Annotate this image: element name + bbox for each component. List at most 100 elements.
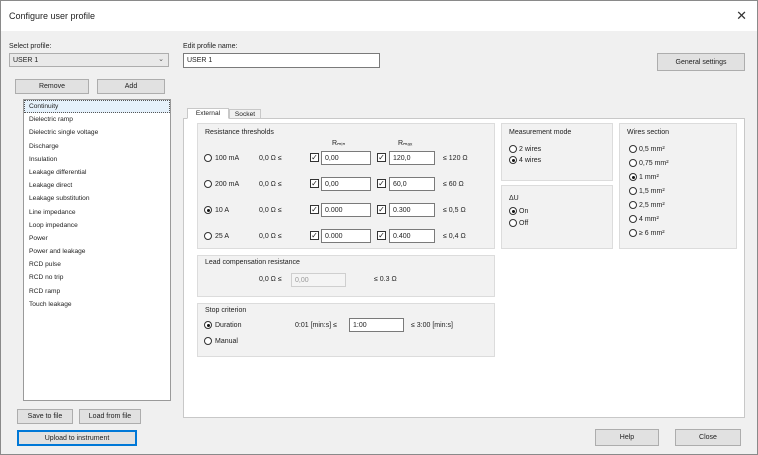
rmax-input[interactable]: 0.300 xyxy=(389,203,435,217)
close-icon[interactable]: ✕ xyxy=(736,8,747,24)
duration-label: Duration xyxy=(215,322,242,329)
current-label: 10 A xyxy=(215,207,230,214)
wire-section-radio[interactable] xyxy=(629,229,637,237)
list-item[interactable]: Insulation xyxy=(24,153,170,166)
wire-section-radio[interactable] xyxy=(629,159,637,167)
rmin-checkbox[interactable]: ✓ xyxy=(310,153,319,162)
list-item[interactable]: Leakage direct xyxy=(24,179,170,192)
load-from-file-button[interactable]: Load from file xyxy=(79,409,141,424)
wire-section-group xyxy=(619,123,737,249)
rmin-checkbox[interactable]: ✓ xyxy=(310,231,319,240)
manual-label: Manual xyxy=(215,338,238,345)
tab-socket[interactable]: Socket xyxy=(229,109,261,119)
rmin-input[interactable]: 0,00 xyxy=(321,151,371,165)
measurement-mode-option-label: 2 wires xyxy=(519,146,542,153)
rmax-checkbox[interactable]: ✓ xyxy=(377,231,386,240)
duration-range-lower: 0:01 [min:s] ≤ xyxy=(295,322,337,329)
wire-section-radio[interactable] xyxy=(629,187,637,195)
rmax-checkbox[interactable]: ✓ xyxy=(377,179,386,188)
wire-section-option-label: 1,5 mm² xyxy=(639,188,665,195)
profile-select[interactable]: USER 1 ⌄ xyxy=(9,53,169,67)
measurement-mode-title: Measurement mode xyxy=(509,129,572,136)
rmax-input[interactable]: 120,0 xyxy=(389,151,435,165)
remove-button[interactable]: Remove xyxy=(15,79,89,94)
rmin-checkbox[interactable]: ✓ xyxy=(310,205,319,214)
add-button[interactable]: Add xyxy=(97,79,165,94)
wire-section-radio[interactable] xyxy=(629,145,637,153)
wire-section-option-label: 2,5 mm² xyxy=(639,202,665,209)
current-label: 25 A xyxy=(215,233,230,240)
general-settings-button[interactable]: General settings xyxy=(657,53,745,71)
help-button[interactable]: Help xyxy=(595,429,659,446)
upload-to-instrument-button[interactable]: Upload to instrument xyxy=(17,430,137,446)
list-item[interactable]: Loop impedance xyxy=(24,219,170,232)
list-item[interactable]: Discharge xyxy=(24,140,170,153)
list-item[interactable]: Power xyxy=(24,232,170,245)
wire-section-radio[interactable] xyxy=(629,215,637,223)
lower-bound-label: 0,0 Ω ≤ xyxy=(259,233,282,240)
lower-bound-label: 0,0 Ω ≤ xyxy=(259,155,282,162)
list-item[interactable]: RCD no trip xyxy=(24,271,170,284)
list-item[interactable]: Continuity xyxy=(24,100,170,114)
measurement-mode-radio[interactable] xyxy=(509,145,517,153)
delta-u-option-label: Off xyxy=(519,220,529,227)
list-item[interactable]: Line impedance xyxy=(24,206,170,219)
current-radio[interactable] xyxy=(204,232,212,240)
manual-radio[interactable] xyxy=(204,337,212,345)
wire-section-option-label: 1 mm² xyxy=(639,174,659,181)
delta-u-title: ΔU xyxy=(509,195,519,202)
list-item[interactable]: Dielectric ramp xyxy=(24,113,170,126)
save-to-file-button[interactable]: Save to file xyxy=(17,409,73,424)
lead-compensation-upper: ≤ 0.3 Ω xyxy=(374,276,397,283)
wire-section-option-label: 4 mm² xyxy=(639,216,659,223)
configure-user-profile-dialog: Configure user profile ✕ Select profile:… xyxy=(0,0,758,455)
lead-compensation-input[interactable]: 0,00 xyxy=(291,273,346,287)
rmax-input[interactable]: 0.400 xyxy=(389,229,435,243)
current-radio[interactable] xyxy=(204,154,212,162)
stop-criterion-title: Stop criterion xyxy=(205,307,247,314)
window-title: Configure user profile xyxy=(9,11,96,21)
rmin-checkbox[interactable]: ✓ xyxy=(310,179,319,188)
lead-compensation-lower: 0,0 Ω ≤ xyxy=(259,276,282,283)
rmin-input[interactable]: 0.000 xyxy=(321,203,371,217)
upper-bound-label: ≤ 60 Ω xyxy=(443,181,464,188)
delta-u-radio[interactable] xyxy=(509,219,517,227)
duration-input[interactable]: 1:00 xyxy=(349,318,404,332)
select-profile-label: Select profile: xyxy=(9,43,52,50)
edit-profile-name-label: Edit profile name: xyxy=(183,43,238,50)
title-bar: Configure user profile ✕ xyxy=(1,1,757,31)
current-label: 100 mA xyxy=(215,155,240,162)
chevron-down-icon: ⌄ xyxy=(158,56,164,63)
list-item[interactable]: Touch leakage xyxy=(24,298,170,311)
list-item[interactable]: Power and leakage xyxy=(24,245,170,258)
list-item[interactable]: Leakage substitution xyxy=(24,192,170,205)
close-button[interactable]: Close xyxy=(675,429,741,446)
rmax-checkbox[interactable]: ✓ xyxy=(377,153,386,162)
measurement-mode-radio[interactable] xyxy=(509,156,517,164)
tab-external[interactable]: External xyxy=(187,108,229,119)
rmin-header: Rₘᵢₙ xyxy=(332,140,346,147)
profile-select-value: USER 1 xyxy=(13,56,39,64)
duration-radio[interactable] xyxy=(204,321,212,329)
delta-u-option-label: On xyxy=(519,208,529,215)
lead-compensation-title: Lead compensation resistance xyxy=(205,259,300,266)
delta-u-radio[interactable] xyxy=(509,207,517,215)
list-item[interactable]: Leakage differential xyxy=(24,166,170,179)
rmax-input[interactable]: 60,0 xyxy=(389,177,435,191)
wire-section-option-label: 0,5 mm² xyxy=(639,146,665,153)
rmin-input[interactable]: 0,00 xyxy=(321,177,371,191)
rmin-input[interactable]: 0.000 xyxy=(321,229,371,243)
current-radio[interactable] xyxy=(204,180,212,188)
list-item[interactable]: RCD ramp xyxy=(24,285,170,298)
duration-range-upper: ≤ 3:00 [min:s] xyxy=(411,322,453,329)
test-type-list: Continuity Dielectric ramp Dielectric sing… xyxy=(23,99,171,401)
current-radio[interactable] xyxy=(204,206,212,214)
wire-section-radio[interactable] xyxy=(629,173,637,181)
rmax-checkbox[interactable]: ✓ xyxy=(377,205,386,214)
profile-name-input[interactable]: USER 1 xyxy=(183,53,380,68)
wire-section-title: Wires section xyxy=(627,129,670,136)
wire-section-radio[interactable] xyxy=(629,201,637,209)
list-item[interactable]: RCD pulse xyxy=(24,258,170,271)
wire-section-option-label: 0,75 mm² xyxy=(639,160,669,167)
list-item[interactable]: Dielectric single voltage xyxy=(24,126,170,139)
